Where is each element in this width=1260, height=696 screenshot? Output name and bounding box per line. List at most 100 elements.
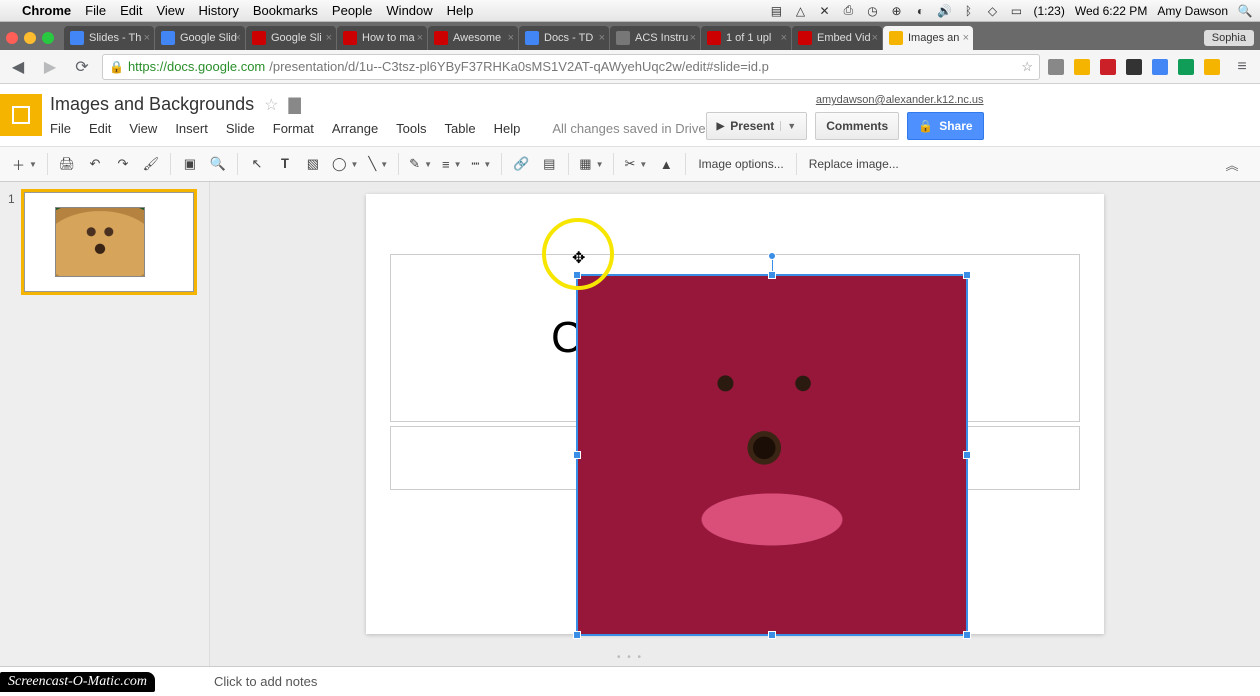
mac-menu-bookmarks[interactable]: Bookmarks <box>253 3 318 18</box>
shape-icon[interactable]: ◯▼ <box>328 151 362 177</box>
mask-icon[interactable]: ▲ <box>653 151 679 177</box>
status-icon[interactable]: ⎙ <box>841 4 855 18</box>
close-window-button[interactable] <box>6 32 18 44</box>
menu-format[interactable]: Format <box>273 121 314 136</box>
canvas[interactable]: C ✥ <box>210 182 1260 666</box>
select-tool-icon[interactable]: ↖ <box>244 151 270 177</box>
align-icon[interactable]: ▦▼ <box>575 151 607 177</box>
selected-image[interactable] <box>576 274 968 636</box>
close-tab-icon[interactable]: × <box>963 32 969 44</box>
user-email[interactable]: amydawson@alexander.k12.nc.us <box>816 94 984 106</box>
resize-handle-sw[interactable] <box>573 631 581 639</box>
spotlight-icon[interactable]: 🔍 <box>1238 4 1252 18</box>
zoom-icon[interactable]: 🔍 <box>205 151 231 177</box>
crop-icon[interactable]: ✂▼ <box>620 151 651 177</box>
comments-button[interactable]: Comments <box>815 112 899 140</box>
close-tab-icon[interactable]: × <box>417 32 423 44</box>
browser-tab[interactable]: Embed Vid× <box>792 26 882 50</box>
menu-slide[interactable]: Slide <box>226 121 255 136</box>
menu-tools[interactable]: Tools <box>396 121 426 136</box>
slide-thumbnail[interactable] <box>24 192 194 292</box>
browser-tab[interactable]: Docs - TD× <box>519 26 609 50</box>
close-tab-icon[interactable]: × <box>599 32 605 44</box>
browser-tab[interactable]: Google Slid× <box>155 26 245 50</box>
status-icon[interactable]: ⊕ <box>889 4 903 18</box>
textbox-icon[interactable]: 𝐓 <box>272 151 298 177</box>
resize-handle-s[interactable] <box>768 631 776 639</box>
close-tab-icon[interactable]: × <box>872 32 878 44</box>
mac-menu-people[interactable]: People <box>332 3 372 18</box>
menu-help[interactable]: Help <box>494 121 521 136</box>
volume-icon[interactable]: 🔊 <box>937 4 951 18</box>
bluetooth-icon[interactable]: ᛒ <box>961 4 975 18</box>
browser-tab[interactable]: Images an× <box>883 26 973 50</box>
redo-icon[interactable]: ↷ <box>110 151 136 177</box>
line-icon[interactable]: ╲▼ <box>364 151 392 177</box>
status-icon[interactable]: ▤ <box>769 4 783 18</box>
close-tab-icon[interactable]: × <box>690 32 696 44</box>
line-weight-icon[interactable]: ≡▼ <box>438 151 466 177</box>
image-options-button[interactable]: Image options... <box>692 151 789 177</box>
mac-menu-view[interactable]: View <box>156 3 184 18</box>
resize-handle-w[interactable] <box>573 451 581 459</box>
reload-button[interactable]: ⟳ <box>70 55 94 79</box>
clock[interactable]: Wed 6:22 PM <box>1075 4 1147 18</box>
chrome-menu-icon[interactable]: ≡ <box>1230 55 1254 79</box>
menu-edit[interactable]: Edit <box>89 121 111 136</box>
close-tab-icon[interactable]: × <box>144 32 150 44</box>
pinterest-icon[interactable] <box>1100 59 1116 75</box>
mac-menu-help[interactable]: Help <box>447 3 474 18</box>
extension-icon[interactable] <box>1048 59 1064 75</box>
close-tab-icon[interactable]: × <box>508 32 514 44</box>
replace-image-button[interactable]: Replace image... <box>803 151 905 177</box>
browser-tab[interactable]: 1 of 1 upl× <box>701 26 791 50</box>
bookmark-star-icon[interactable]: ☆ <box>1021 59 1033 75</box>
extension-icon[interactable] <box>1204 59 1220 75</box>
undo-icon[interactable]: ↶ <box>82 151 108 177</box>
slides-logo-icon[interactable] <box>0 94 42 136</box>
drive-icon[interactable]: △ <box>793 4 807 18</box>
back-button[interactable]: ◀ <box>6 55 30 79</box>
wifi-icon[interactable]: ◇ <box>985 4 999 18</box>
menu-arrange[interactable]: Arrange <box>332 121 378 136</box>
browser-tab[interactable]: ACS Instru× <box>610 26 700 50</box>
line-dash-icon[interactable]: ┉▼ <box>468 151 496 177</box>
link-icon[interactable]: 🔗 <box>508 151 534 177</box>
resize-handle-n[interactable] <box>768 271 776 279</box>
browser-tab[interactable]: Google Sli× <box>246 26 336 50</box>
status-icon[interactable]: ◐ <box>913 4 927 18</box>
menu-view[interactable]: View <box>129 121 157 136</box>
notes-resize-grip[interactable]: • • • <box>617 652 643 663</box>
mac-menu-window[interactable]: Window <box>386 3 432 18</box>
resize-handle-ne[interactable] <box>963 271 971 279</box>
browser-tab[interactable]: How to ma× <box>337 26 427 50</box>
chevron-up-icon[interactable]: ︽ <box>1222 154 1242 174</box>
share-button[interactable]: 🔒Share <box>907 112 983 140</box>
close-tab-icon[interactable]: × <box>781 32 787 44</box>
image-icon[interactable]: ▧ <box>300 151 326 177</box>
browser-tab[interactable]: Awesome× <box>428 26 518 50</box>
slide[interactable]: C ✥ <box>366 194 1104 634</box>
doc-title[interactable]: Images and Backgrounds <box>50 94 254 115</box>
chrome-profile[interactable]: Sophia <box>1204 30 1254 46</box>
mac-menu-history[interactable]: History <box>198 3 238 18</box>
menu-file[interactable]: File <box>50 121 71 136</box>
menu-insert[interactable]: Insert <box>175 121 208 136</box>
battery-icon[interactable]: ▭ <box>1009 4 1023 18</box>
minimize-window-button[interactable] <box>24 32 36 44</box>
line-color-icon[interactable]: ✎▼ <box>405 151 436 177</box>
status-icon[interactable]: ✕ <box>817 4 831 18</box>
mac-menu-edit[interactable]: Edit <box>120 3 142 18</box>
browser-tab[interactable]: Slides - Th× <box>64 26 154 50</box>
zoom-fit-icon[interactable]: ▣ <box>177 151 203 177</box>
mac-user[interactable]: Amy Dawson <box>1157 4 1228 18</box>
extension-icon[interactable] <box>1126 59 1142 75</box>
folder-icon[interactable]: ▇ <box>288 95 300 115</box>
resize-handle-e[interactable] <box>963 451 971 459</box>
rotation-handle[interactable] <box>768 252 776 260</box>
extension-icon[interactable] <box>1152 59 1168 75</box>
present-dropdown-icon[interactable]: ▼ <box>780 121 796 131</box>
address-bar[interactable]: 🔒 https://docs.google.com/presentation/d… <box>102 54 1040 80</box>
filmstrip[interactable]: 1 <box>0 182 210 666</box>
zoom-window-button[interactable] <box>42 32 54 44</box>
